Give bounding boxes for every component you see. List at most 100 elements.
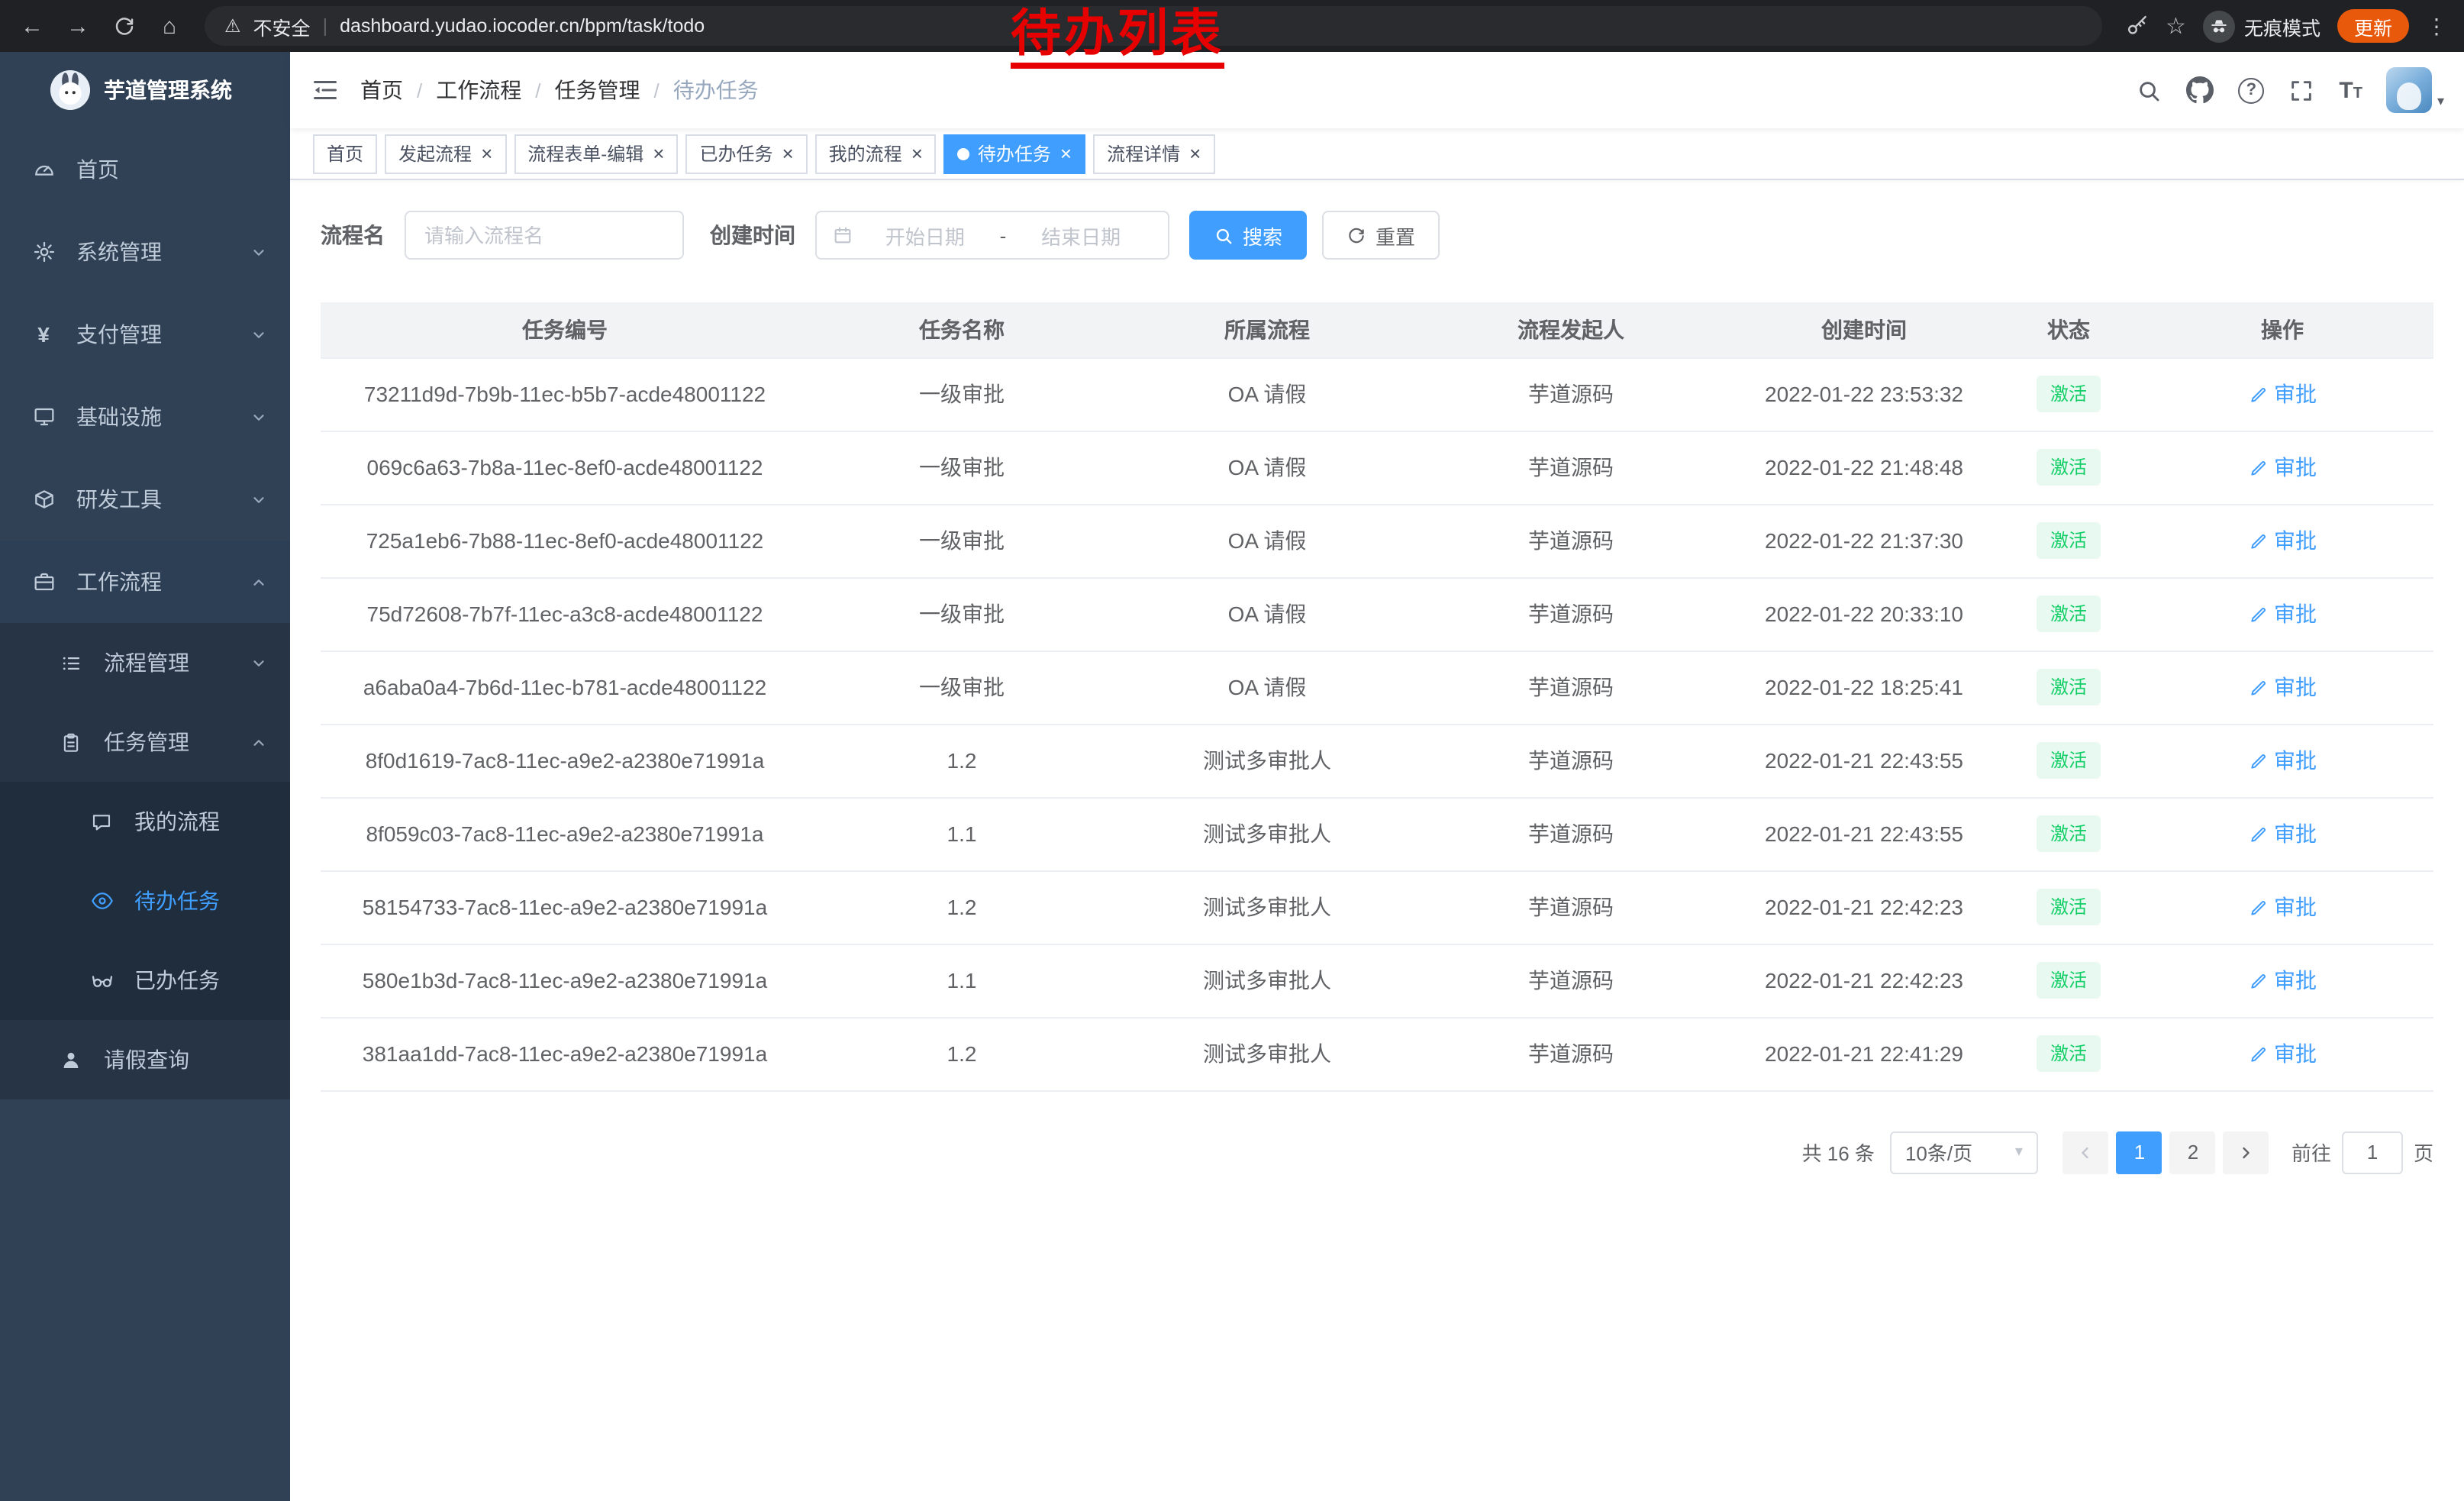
security-label[interactable]: 不安全 <box>253 11 311 40</box>
tab-form-edit[interactable]: 流程表单-编辑 × <box>514 134 678 173</box>
approve-button[interactable]: 审批 <box>2248 379 2317 409</box>
cell-created: 2022-01-21 22:43:55 <box>1722 724 2006 797</box>
top-navbar: 首页 / 工作流程 / 任务管理 / 待办任务 ? <box>290 52 2464 128</box>
bookmark-star-icon[interactable]: ☆ <box>2166 12 2186 40</box>
sidebar-item-infrastructure[interactable]: 基础设施 <box>0 376 290 458</box>
approve-button[interactable]: 审批 <box>2248 672 2317 702</box>
sidebar-item-payment[interactable]: ¥ 支付管理 <box>0 293 290 376</box>
table-row: 8f0d1619-7ac8-11ec-a9e2-a2380e71991a 1.2… <box>321 724 2433 797</box>
process-name-input[interactable] <box>405 211 684 260</box>
fullscreen-icon[interactable] <box>2288 77 2314 103</box>
breadcrumb-item[interactable]: 首页 <box>360 75 403 105</box>
password-key-icon[interactable] <box>2124 14 2149 38</box>
help-icon[interactable]: ? <box>2238 77 2264 103</box>
sidebar-item-process-mgmt[interactable]: 流程管理 <box>0 623 290 702</box>
approve-button[interactable]: 审批 <box>2248 892 2317 922</box>
tab-label: 待办任务 <box>978 140 1051 166</box>
table-row: 73211d9d-7b9b-11ec-b5b7-acde48001122 一级审… <box>321 357 2433 431</box>
goto-page-input[interactable] <box>2342 1131 2403 1173</box>
status-badge: 激活 <box>2037 1035 2101 1072</box>
cell-created: 2022-01-21 22:42:23 <box>1722 870 2006 944</box>
cell-starter: 芋道源码 <box>1420 577 1722 650</box>
table-row: 580e1b3d-7ac8-11ec-a9e2-a2380e71991a 1.1… <box>321 944 2433 1017</box>
tasks-table: 任务编号 任务名称 所属流程 流程发起人 创建时间 状态 操作 73211d9d… <box>321 302 2433 1091</box>
tab-todo-tasks[interactable]: 待办任务 × <box>944 134 1085 173</box>
tab-label: 发起流程 <box>398 140 472 166</box>
github-icon[interactable] <box>2186 76 2214 104</box>
cell-task-id: 580e1b3d-7ac8-11ec-a9e2-a2380e71991a <box>321 944 809 1017</box>
sidebar-item-todo-tasks[interactable]: 待办任务 <box>0 861 290 941</box>
breadcrumb-item[interactable]: 工作流程 <box>436 75 521 105</box>
status-badge: 激活 <box>2037 889 2101 925</box>
search-icon[interactable] <box>2136 77 2162 103</box>
approve-button[interactable]: 审批 <box>2248 965 2317 996</box>
breadcrumb-item[interactable]: 任务管理 <box>555 75 640 105</box>
date-range-picker[interactable]: 开始日期 - 结束日期 <box>815 211 1169 260</box>
home-icon[interactable]: ⌂ <box>150 6 189 46</box>
update-button[interactable]: 更新 <box>2337 9 2409 43</box>
reset-button[interactable]: 重置 <box>1322 211 1440 260</box>
status-badge: 激活 <box>2037 522 2101 559</box>
approve-button[interactable]: 审批 <box>2248 525 2317 556</box>
close-icon[interactable]: × <box>1060 144 1072 163</box>
sidebar-item-devtools[interactable]: 研发工具 <box>0 458 290 541</box>
sidebar-item-done-tasks[interactable]: 已办任务 <box>0 941 290 1020</box>
end-date-input[interactable]: 结束日期 <box>1009 221 1153 250</box>
tab-home[interactable]: 首页 <box>313 134 377 173</box>
sidebar-item-label: 任务管理 <box>104 727 250 757</box>
reload-icon[interactable] <box>104 6 144 46</box>
back-icon[interactable]: ← <box>12 6 52 46</box>
cell-task-name: 1.1 <box>809 944 1114 1017</box>
page-button-2[interactable]: 2 <box>2170 1131 2216 1173</box>
tab-my-processes[interactable]: 我的流程 × <box>815 134 937 173</box>
user-menu[interactable]: ▾ <box>2387 67 2444 113</box>
sidebar-item-task-mgmt[interactable]: 任务管理 <box>0 702 290 782</box>
tab-done-tasks[interactable]: 已办任务 × <box>685 134 807 173</box>
sidebar-toggle-icon[interactable] <box>290 52 360 128</box>
cell-task-id: 069c6a63-7b8a-11ec-8ef0-acde48001122 <box>321 431 809 504</box>
url-text[interactable]: dashboard.yudao.iocoder.cn/bpm/task/todo <box>340 15 705 37</box>
warning-icon: ⚠ <box>224 15 241 37</box>
sidebar-item-leave-query[interactable]: 请假查询 <box>0 1020 290 1099</box>
sidebar-item-home[interactable]: 首页 <box>0 128 290 211</box>
page-button-1[interactable]: 1 <box>2117 1131 2162 1173</box>
forward-icon[interactable]: → <box>58 6 98 46</box>
cell-status: 激活 <box>2006 944 2131 1017</box>
approve-button[interactable]: 审批 <box>2248 1038 2317 1069</box>
approve-label: 审批 <box>2274 599 2317 629</box>
next-page-button[interactable] <box>2224 1131 2269 1173</box>
sidebar-item-workflow[interactable]: 工作流程 <box>0 541 290 623</box>
tab-start-process[interactable]: 发起流程 × <box>385 134 506 173</box>
app-logo[interactable]: 芋道管理系统 <box>0 52 290 128</box>
approve-button[interactable]: 审批 <box>2248 452 2317 483</box>
sidebar-item-my-processes[interactable]: 我的流程 <box>0 782 290 861</box>
avatar[interactable] <box>2387 67 2433 113</box>
sidebar-item-label: 研发工具 <box>76 484 250 515</box>
page-size-select[interactable]: 10条/页 ▾ <box>1890 1131 2038 1173</box>
sidebar-item-system[interactable]: 系统管理 <box>0 211 290 293</box>
filter-bar: 流程名 创建时间 开始日期 - 结束日期 搜索 <box>321 211 2433 260</box>
close-icon[interactable]: × <box>653 144 664 163</box>
browser-menu-icon[interactable]: ⋮ <box>2426 13 2444 39</box>
search-button[interactable]: 搜索 <box>1189 211 1307 260</box>
close-icon[interactable]: × <box>911 144 923 163</box>
close-icon[interactable]: × <box>1189 144 1201 163</box>
clipboard-icon <box>58 729 84 755</box>
cell-task-id: a6aba0a4-7b6d-11ec-b781-acde48001122 <box>321 650 809 724</box>
chevron-down-icon <box>250 326 267 343</box>
tab-process-detail[interactable]: 流程详情 × <box>1093 134 1214 173</box>
start-date-input[interactable]: 开始日期 <box>853 221 997 250</box>
cell-status: 激活 <box>2006 797 2131 870</box>
approve-button[interactable]: 审批 <box>2248 599 2317 629</box>
approve-button[interactable]: 审批 <box>2248 818 2317 849</box>
incognito-label: 无痕模式 <box>2244 11 2320 40</box>
font-size-icon[interactable]: TT <box>2339 79 2362 102</box>
status-badge: 激活 <box>2037 815 2101 852</box>
cell-starter: 芋道源码 <box>1420 504 1722 577</box>
breadcrumb-separator: / <box>535 79 540 102</box>
close-icon[interactable]: × <box>481 144 492 163</box>
approve-button[interactable]: 审批 <box>2248 745 2317 776</box>
cell-task-id: 75d72608-7b7f-11ec-a3c8-acde48001122 <box>321 577 809 650</box>
close-icon[interactable]: × <box>782 144 793 163</box>
prev-page-button[interactable] <box>2063 1131 2109 1173</box>
